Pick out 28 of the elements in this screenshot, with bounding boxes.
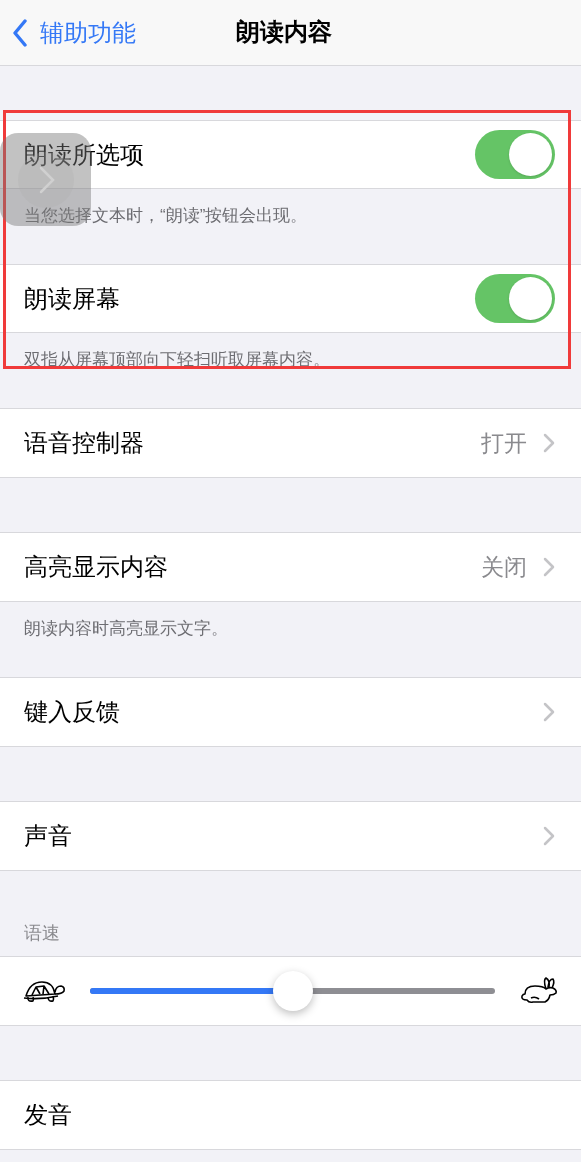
settings-row[interactable]: 高亮显示内容 关闭 — [0, 532, 581, 602]
settings-row[interactable]: 发音 — [0, 1080, 581, 1150]
row-value: 关闭 — [481, 552, 527, 582]
row-value: 打开 — [481, 428, 527, 458]
row-label: 语音控制器 — [24, 428, 145, 458]
row-label: 键入反馈 — [24, 697, 121, 727]
row-label: 高亮显示内容 — [24, 552, 169, 582]
row-label: 朗读所选项 — [24, 139, 145, 170]
rabbit-icon — [519, 976, 559, 1006]
turtle-icon — [22, 978, 66, 1004]
section-footer: 朗读内容时高亮显示文字。 — [24, 619, 228, 638]
settings-row[interactable]: 声音 — [0, 801, 581, 871]
speed-slider[interactable] — [90, 971, 495, 1011]
row-label: 发音 — [24, 1100, 73, 1130]
slider-thumb[interactable] — [272, 971, 313, 1011]
page-title: 朗读内容 — [236, 17, 332, 47]
row-label: 声音 — [24, 821, 73, 851]
section-footer: 当您选择文本时，“朗读”按钮会出现。 — [24, 206, 308, 225]
toggle-switch[interactable] — [475, 274, 555, 323]
settings-row[interactable]: 语音控制器 打开 — [0, 408, 581, 478]
settings-row[interactable]: 键入反馈 — [0, 677, 581, 747]
back-button[interactable]: 辅助功能 — [0, 14, 136, 51]
toggle-switch[interactable] — [475, 130, 555, 179]
settings-row[interactable]: 朗读屏幕 — [0, 264, 581, 333]
section-header: 语速 — [24, 922, 60, 945]
row-label: 朗读屏幕 — [24, 283, 121, 314]
back-chevron-icon — [12, 18, 28, 47]
settings-row[interactable]: 朗读所选项 — [0, 120, 581, 189]
